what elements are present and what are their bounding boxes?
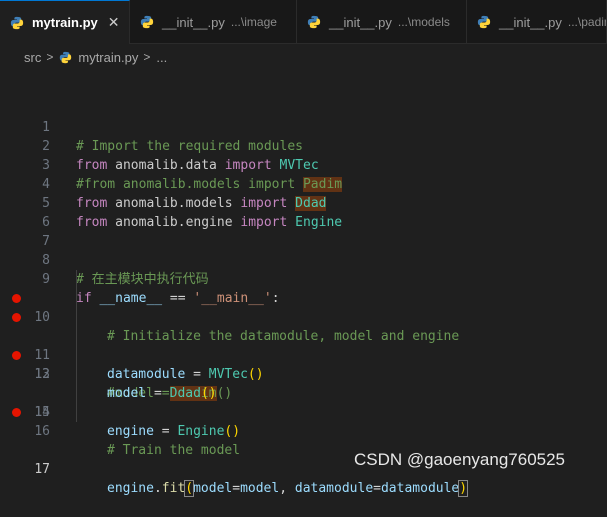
indent-guide bbox=[76, 346, 77, 365]
indent-guide bbox=[76, 289, 77, 308]
tab-label: mytrain.py bbox=[32, 15, 98, 30]
indent-guide bbox=[76, 384, 77, 403]
python-file-icon bbox=[477, 15, 491, 29]
code-line: 17 engine.fit(model=model, datamodule=da… bbox=[0, 403, 607, 497]
operator: = bbox=[373, 481, 381, 496]
python-file-icon bbox=[140, 15, 154, 29]
tab-init-models[interactable]: __init__.py ...\models bbox=[297, 0, 467, 44]
class-name: Engine bbox=[177, 424, 225, 439]
breakpoint-icon[interactable] bbox=[12, 351, 21, 360]
editor-tab-bar: mytrain.py ✕ __init__.py ...\image __ini… bbox=[0, 0, 607, 44]
code-line: 6 bbox=[0, 194, 607, 230]
indent-guide bbox=[76, 403, 77, 422]
code-line: 12 #model = Padim() bbox=[0, 308, 607, 401]
argument-value: datamodule bbox=[380, 481, 460, 496]
argument-name: datamodule bbox=[294, 481, 374, 496]
operator: = bbox=[232, 481, 241, 496]
code-line: 15 bbox=[0, 365, 607, 420]
code-line: 16 # Train the model bbox=[0, 384, 607, 458]
code-editor[interactable]: 1 # Import the required modules 2 from a… bbox=[0, 99, 607, 497]
breakpoint-icon[interactable] bbox=[12, 313, 21, 322]
breakpoint-icon[interactable] bbox=[12, 408, 21, 417]
comment: # Train the model bbox=[107, 443, 241, 458]
close-paren: ) bbox=[458, 480, 469, 497]
python-file-icon bbox=[60, 51, 72, 63]
tab-init-image[interactable]: __init__.py ...\image bbox=[130, 0, 297, 44]
open-paren: ( bbox=[184, 480, 195, 497]
tab-init-padim[interactable]: __init__.py ...\padim bbox=[467, 0, 607, 44]
close-icon[interactable]: ✕ bbox=[108, 14, 120, 31]
indent-guide bbox=[76, 327, 77, 346]
dot: . bbox=[153, 481, 162, 496]
tab-description: ...\models bbox=[397, 15, 450, 29]
python-file-icon bbox=[10, 16, 24, 29]
code-line: 10 # Initialize the datamodule, model an… bbox=[0, 270, 607, 344]
tab-description: ...\image bbox=[230, 15, 277, 29]
variable: engine bbox=[107, 481, 154, 496]
code-line: 11 datamodule = MVTec() bbox=[0, 289, 607, 382]
line-number: 17 bbox=[34, 462, 50, 477]
argument-value: model bbox=[240, 481, 280, 496]
code-line: 9 if __name__ == '__main__': bbox=[0, 251, 607, 306]
code-line: 3 #from anomalib.models import Padim bbox=[0, 137, 607, 192]
tab-label: __init__.py bbox=[162, 14, 225, 30]
operator: = bbox=[153, 424, 178, 439]
tab-label: __init__.py bbox=[329, 14, 392, 30]
code-line: 2 from anomalib.data import MVTec bbox=[0, 118, 607, 173]
comma: , bbox=[279, 481, 295, 496]
tab-description: ...\padim bbox=[567, 15, 606, 29]
breadcrumb: src > mytrain.py > ... bbox=[0, 44, 607, 70]
tab-label: __init__.py bbox=[499, 14, 562, 30]
breadcrumb-folder[interactable]: src bbox=[24, 50, 41, 65]
parentheses: () bbox=[224, 424, 241, 439]
breakpoint-icon[interactable] bbox=[12, 294, 21, 303]
indent-guide bbox=[76, 270, 77, 289]
code-line: 8 # 在主模块中执行代码 bbox=[0, 232, 607, 287]
indent-guide bbox=[76, 365, 77, 384]
argument-name: model bbox=[193, 481, 233, 496]
method-name: fit bbox=[161, 481, 186, 496]
breadcrumb-file[interactable]: mytrain.py bbox=[78, 50, 138, 65]
code-line: 4 from anomalib.models import Ddad bbox=[0, 156, 607, 211]
tab-mytrain[interactable]: mytrain.py ✕ bbox=[0, 0, 130, 44]
variable: engine bbox=[107, 424, 154, 439]
watermark-text: CSDN @gaoenyang760525 bbox=[354, 450, 566, 469]
python-file-icon bbox=[307, 15, 321, 29]
chevron-right-icon: > bbox=[46, 50, 54, 64]
code-line: 13 model = Ddad() bbox=[0, 327, 607, 401]
chevron-right-icon: > bbox=[143, 50, 151, 64]
breadcrumb-more[interactable]: ... bbox=[156, 50, 167, 65]
code-line: 1 # Import the required modules bbox=[0, 99, 607, 154]
code-line: 7 bbox=[0, 213, 607, 249]
code-line: 5 from anomalib.engine import Engine bbox=[0, 175, 607, 230]
indent-guide bbox=[76, 308, 77, 327]
code-line: 14 engine = Engine() bbox=[0, 346, 607, 439]
